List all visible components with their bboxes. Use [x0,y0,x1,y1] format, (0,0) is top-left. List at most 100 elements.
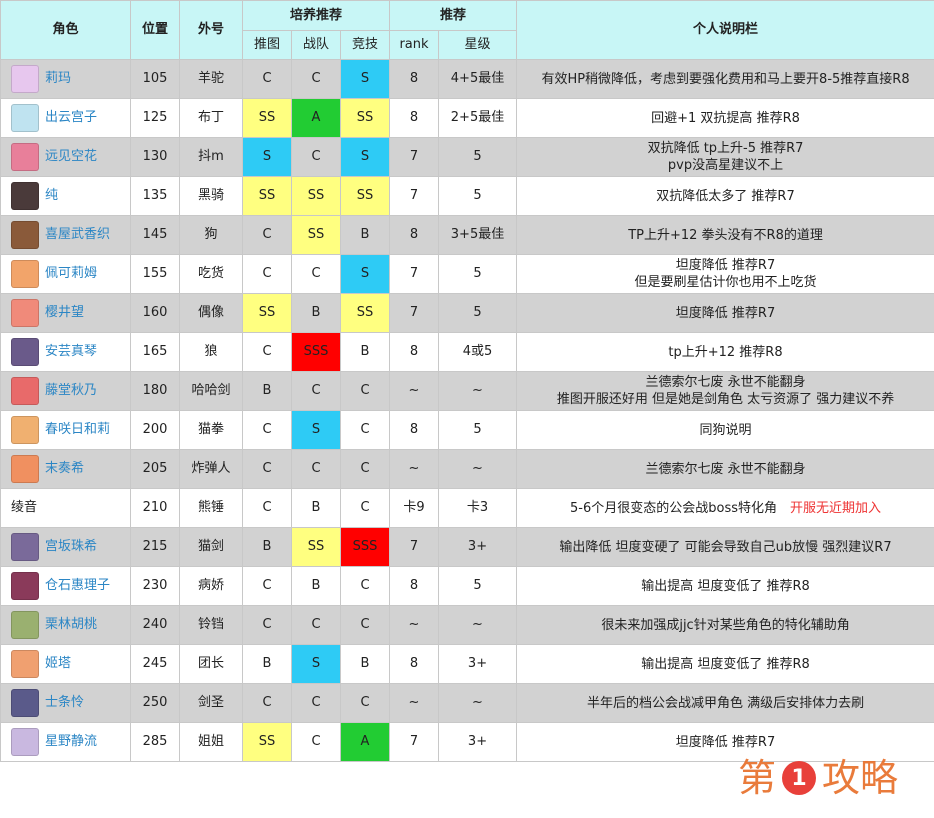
character-link[interactable]: 末奏希 [45,461,84,477]
cell-rank: ~ [389,605,439,645]
cell-push-grade: C [242,566,292,606]
table-row: 末奏希 205 炸弹人 C C C ~ ~ 兰德索尔七废 永世不能翻身 [0,449,934,489]
table-row: 绫音 210 熊锤 C B C 卡9 卡3 5-6个月很变态的公会战boss特化角 开服无近期加… [0,488,934,528]
character-link[interactable]: 佩可莉姆 [45,266,97,282]
table-row: 宫坂珠希 215 猫剑 B SS SSS 7 3+ 输出降低 坦度变硬了 可能会导致自己ub放慢… [0,527,934,567]
cell-arena-grade: S [340,59,390,99]
cell-position: 245 [130,644,180,684]
note-line-2: 但是要刷星估计你也用不上吃货 [634,275,817,290]
cell-push-grade: C [242,605,292,645]
cell-arena-grade: S [340,254,390,294]
header-training: 培养推荐 [242,0,390,31]
cell-role: 姬塔 [0,644,131,684]
note-line-1: TP上升+12 拳头没有不R8的道理 [628,227,823,243]
character-link[interactable]: 仓石惠理子 [45,578,110,594]
note-line-1: 输出降低 坦度变硬了 可能会导致自己ub放慢 强烈建议R7 [559,539,892,555]
cell-rank: 卡9 [389,488,439,528]
character-link[interactable]: 星野静流 [45,734,97,750]
cell-star: 5 [437,293,518,333]
cell-rank: 8 [389,332,439,372]
table-row: 远见空花 130 抖m S C S 7 5 双抗降低 tp上升-5 推荐R7 pvp没高星建议不上 [0,137,934,177]
cell-clan-grade: SS [291,176,341,216]
character-link[interactable]: 安芸真琴 [45,344,97,360]
character-link[interactable]: 春咲日和莉 [45,422,110,438]
cell-arena-grade: SSS [340,527,390,567]
table-row: 佩可莉姆 155 吃货 C C S 7 5 坦度降低 推荐R7 但是要刷星估计你也用不上吃货 [0,254,934,294]
character-link[interactable]: 出云宫子 [45,110,97,126]
cell-note: tp上升+12 推荐R8 [516,332,934,372]
cell-note: 有效HP稍微降低，考虑到要强化费用和马上要开8-5推荐直接R8 [516,59,934,99]
cell-arena-grade: C [340,605,390,645]
cell-position: 160 [130,293,180,333]
character-link[interactable]: 士条怜 [45,695,84,711]
table-row: 安芸真琴 165 狼 C SSS B 8 4或5 tp上升+12 推荐R8 [0,332,934,372]
cell-arena-grade: B [340,215,390,255]
cell-nickname: 哈哈剑 [179,371,243,411]
header-rank: rank [389,30,439,60]
character-avatar [11,65,39,93]
character-link[interactable]: 姬塔 [45,656,71,672]
cell-role: 喜屋武香织 [0,215,131,255]
cell-rank: 8 [389,215,439,255]
cell-star: ~ [437,449,518,489]
cell-nickname: 铃铛 [179,605,243,645]
cell-nickname: 羊驼 [179,59,243,99]
cell-role: 末奏希 [0,449,131,489]
cell-position: 180 [130,371,180,411]
table-row: 仓石惠理子 230 病娇 C B C 8 5 输出提高 坦度变低了 推荐R8 [0,566,934,606]
cell-role: 藤堂秋乃 [0,371,131,411]
cell-nickname: 姐姐 [179,722,243,762]
character-name: 绫音 [11,500,38,515]
table-row: 莉玛 105 羊驼 C C S 8 4+5最佳 有效HP稍微降低，考虑到要强化费用和马上要开8-… [0,59,934,99]
cell-arena-grade: B [340,332,390,372]
cell-nickname: 布丁 [179,98,243,138]
cell-note: 很未来加强成jjc针对某些角色的特化辅助角 [516,605,934,645]
note-line-1: 坦度降低 推荐R7 [675,305,776,321]
cell-nickname: 狼 [179,332,243,372]
header-recommend: 推荐 [388,0,518,31]
character-link[interactable]: 喜屋武香织 [45,227,110,243]
note-line-1: 输出提高 坦度变低了 推荐R8 [641,656,810,672]
cell-role: 安芸真琴 [0,332,131,372]
character-recommend-table: 角色 位置 外号 培养推荐 推荐 个人说明栏 推图 战队 竞技 rank 星级 … [0,0,934,762]
cell-star: 4+5最佳 [437,59,518,99]
note-line-1: 兰德索尔七废 永世不能翻身 [645,461,806,477]
cell-role: 宫坂珠希 [0,527,131,567]
cell-push-grade: C [242,683,292,723]
cell-position: 210 [130,488,180,528]
cell-rank: 7 [389,527,439,567]
character-link[interactable]: 樱井望 [45,305,84,321]
cell-arena-grade: C [340,683,390,723]
cell-role: 绫音 [0,488,131,528]
character-link[interactable]: 宫坂珠希 [45,539,97,555]
cell-push-grade: SS [242,98,292,138]
cell-note: 坦度降低 推荐R7 [516,722,934,762]
cell-position: 165 [130,332,180,372]
cell-push-grade: C [242,410,292,450]
header-star: 星级 [437,30,518,60]
cell-role: 佩可莉姆 [0,254,131,294]
cell-rank: 8 [389,644,439,684]
character-link[interactable]: 莉玛 [45,71,71,87]
cell-rank: 7 [389,176,439,216]
cell-position: 205 [130,449,180,489]
cell-rank: 8 [389,566,439,606]
character-link[interactable]: 纯 [45,188,58,204]
cell-push-grade: B [242,371,292,411]
character-link[interactable]: 栗林胡桃 [45,617,97,633]
cell-star: ~ [437,371,518,411]
note-line-1: 双抗降低 tp上升-5 推荐R7 [647,141,804,156]
note-line-2: pvp没高星建议不上 [667,158,784,173]
cell-push-grade: B [242,527,292,567]
cell-star: 5 [437,137,518,177]
cell-star: ~ [437,683,518,723]
cell-rank: 7 [389,137,439,177]
cell-note: 双抗降低 tp上升-5 推荐R7 pvp没高星建议不上 [516,137,934,177]
character-link[interactable]: 藤堂秋乃 [45,383,97,399]
note-red: 开服无近期加入 [790,500,882,516]
character-avatar [11,299,39,327]
character-avatar [11,143,39,171]
character-link[interactable]: 远见空花 [45,149,97,165]
cell-push-grade: B [242,644,292,684]
cell-rank: 7 [389,293,439,333]
